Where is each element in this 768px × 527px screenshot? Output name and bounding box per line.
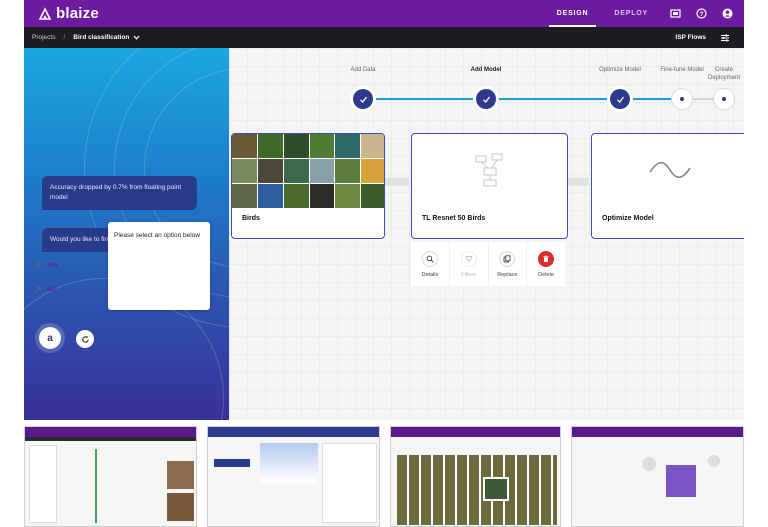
help-icon[interactable]: ? [692, 5, 710, 23]
breadcrumb-projects[interactable]: Projects [32, 34, 55, 41]
copy-icon [499, 250, 516, 267]
pending-dot [722, 97, 726, 101]
filters-label: Filters [461, 271, 477, 278]
check-icon [359, 96, 367, 103]
logo[interactable]: blaize [38, 5, 99, 22]
logo-text: blaize [56, 5, 99, 22]
model-card[interactable]: TL Resnet 50 Birds [411, 133, 568, 239]
arrow-up-right-icon [34, 286, 41, 293]
pipeline-canvas: Add Data Add Model Optimize Model Fine-t… [229, 48, 744, 420]
thumbnail-node [642, 457, 656, 471]
check-icon [616, 96, 624, 103]
progress-track-complete [363, 98, 681, 100]
screenshot-thumbnail-4[interactable] [571, 426, 744, 527]
dataset-card-label: Birds [242, 215, 260, 222]
step-node-optimize-model[interactable] [610, 89, 630, 109]
trash-icon [538, 250, 555, 267]
model-actions-toolbar: Details Filters Replace Delete [411, 242, 565, 286]
svg-text:?: ? [699, 11, 703, 18]
check-icon [482, 96, 490, 103]
dashboard-icon[interactable] [666, 5, 684, 23]
refresh-button[interactable] [76, 330, 94, 348]
zoom-icon [421, 250, 438, 267]
thumbnail-panel [260, 443, 318, 483]
screenshot-thumbnail-1[interactable] [24, 426, 197, 527]
wave-icon [649, 161, 691, 179]
filter-icon [460, 250, 477, 267]
top-bar: blaize DESIGN DEPLOY ? [24, 0, 744, 27]
card-connector [384, 178, 409, 186]
assistant-avatar-button[interactable]: a [39, 327, 61, 349]
thumbnail-cube [666, 465, 696, 497]
breadcrumb-separator: / [63, 34, 66, 41]
thumbnail-topbar [208, 427, 379, 437]
breadcrumb: Projects / Bird classification ISP Flows [24, 27, 744, 48]
tab-deploy[interactable]: DEPLOY [606, 0, 656, 27]
account-icon[interactable] [718, 5, 736, 23]
thumbnail-topbar [25, 427, 196, 437]
delete-label: Delete [538, 271, 555, 278]
option-prompt: Please select an option below [114, 232, 201, 239]
breadcrumb-current-project[interactable]: Bird classification [73, 34, 129, 41]
thumbnail-topbar [391, 427, 560, 437]
step-label-add-model: Add Model [470, 67, 502, 73]
option-no-label: No [47, 286, 56, 293]
tab-design[interactable]: DESIGN [548, 0, 597, 27]
details-button[interactable]: Details [411, 242, 450, 286]
replace-label: Replace [497, 271, 518, 278]
step-node-add-model[interactable] [476, 89, 496, 109]
delete-button[interactable]: Delete [527, 242, 565, 286]
step-label-add-data: Add Data [350, 67, 376, 73]
thumbnail-sidebar [29, 445, 57, 523]
thumbnail-subbar [25, 437, 196, 441]
dataset-thumbnail-grid [232, 134, 384, 208]
refresh-icon [81, 335, 89, 343]
blaize-logo-icon [38, 6, 52, 20]
chevron-down-icon[interactable] [133, 34, 140, 41]
step-label-optimize-model: Optimize Model [599, 67, 641, 73]
pending-dot [680, 97, 684, 101]
option-yes-label: Yes [47, 262, 59, 269]
thumbnail-flow [95, 449, 125, 523]
assistant-message: Accuracy dropped by 0.7% from floating p… [42, 176, 197, 210]
thumbnail-image [167, 461, 194, 489]
thumbnail-chat [214, 459, 250, 467]
replace-button[interactable]: Replace [489, 242, 528, 286]
optimize-card[interactable]: Optimize Model [591, 133, 744, 239]
thumbnail-image [167, 493, 194, 521]
thumbnail-node [708, 455, 720, 467]
thumbnail-topbar [572, 427, 743, 437]
step-node-fine-tune-model[interactable] [672, 89, 692, 109]
screenshot-thumbnail-3[interactable] [390, 426, 561, 527]
step-node-create-deployment[interactable] [714, 89, 734, 109]
option-yes[interactable]: Yes [34, 262, 58, 269]
step-node-add-data[interactable] [353, 89, 373, 109]
app-window: blaize DESIGN DEPLOY ? Projects / Bird c… [24, 0, 744, 420]
arrow-up-right-icon [34, 262, 41, 269]
top-nav: DESIGN DEPLOY ? [548, 0, 744, 27]
option-no[interactable]: No [34, 286, 56, 293]
filters-button[interactable]: Filters [450, 242, 489, 286]
option-card: Please select an option below [108, 222, 210, 310]
model-graph-icon [475, 153, 503, 187]
step-label-create-deployment: Create Deployment [707, 67, 740, 81]
sliders-icon[interactable] [720, 33, 730, 43]
isp-flows-link[interactable]: ISP Flows [675, 34, 706, 41]
thumbnail-panel [322, 443, 377, 523]
thumbnail-highlight [483, 477, 509, 501]
thumbnail-grid [397, 455, 557, 525]
avatar-letter: a [47, 332, 53, 344]
dataset-card[interactable]: Birds [231, 133, 385, 239]
screenshot-thumbnail-2[interactable] [207, 426, 380, 527]
optimize-card-label: Optimize Model [602, 215, 654, 222]
model-card-label: TL Resnet 50 Birds [422, 215, 486, 222]
details-label: Details [421, 271, 439, 278]
